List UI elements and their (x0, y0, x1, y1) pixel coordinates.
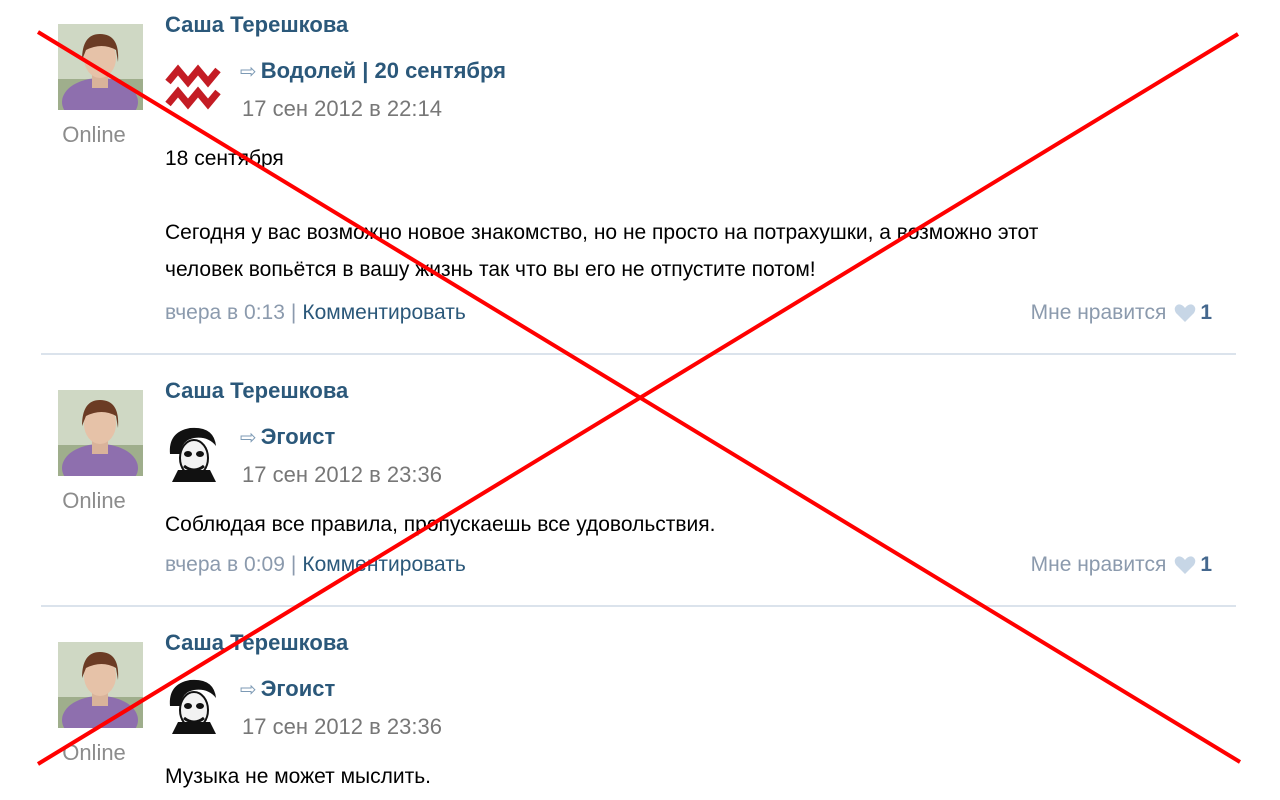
joker-avatar-icon[interactable] (164, 424, 222, 482)
post-text-line: человек вопьётся в вашу жизнь так что вы… (165, 258, 816, 281)
comment-link[interactable]: Комментировать (302, 301, 465, 324)
post-text-line: Сегодня у вас возможно новое знакомство,… (165, 221, 1039, 244)
post-text-line: Соблюдая все правила, пропускаешь все уд… (165, 513, 716, 536)
joker-avatar-icon[interactable] (164, 676, 222, 734)
heart-icon (1175, 304, 1196, 322)
post-time-link[interactable]: вчера в 0:09 (165, 553, 285, 576)
post-date: 17 сен 2012 в 23:36 (242, 714, 442, 739)
post-text-line: 18 сентября (165, 147, 284, 170)
post-meta: вчера в 0:09 | Комментировать (165, 553, 466, 577)
post-text: Соблюдая все правила, пропускаешь все уд… (165, 506, 1225, 543)
post-date: 17 сен 2012 в 23:36 (242, 462, 442, 487)
like-label: Мне нравится (1030, 553, 1167, 576)
group-name: Водолей | 20 сентября (260, 58, 507, 83)
post-text-line (165, 177, 1225, 214)
post-text-line: Музыка не может мыслить. (165, 765, 431, 788)
like-count: 1 (1200, 553, 1212, 576)
repost-source-link[interactable]: ⇨ Водолей | 20 сентября (240, 58, 506, 84)
aquarius-icon[interactable] (164, 58, 222, 116)
post-text: Музыка не может мыслить. (165, 758, 1225, 795)
heart-icon (1175, 556, 1196, 574)
online-status: Online (62, 122, 126, 147)
author-avatar[interactable] (58, 642, 143, 728)
repost-source-link[interactable]: ⇨ Эгоист (240, 424, 335, 450)
like-button[interactable]: Мне нравится 1 (1031, 553, 1212, 577)
repost-arrow-icon: ⇨ (240, 61, 257, 83)
like-button[interactable]: Мне нравится 1 (1031, 301, 1212, 325)
comment-link[interactable]: Комментировать (302, 553, 465, 576)
online-status: Online (62, 488, 126, 513)
repost-source-link[interactable]: ⇨ Эгоист (240, 676, 335, 702)
meta-separator: | (290, 553, 297, 576)
post-divider (41, 353, 1236, 355)
post-text: 18 сентября Сегодня у вас возможно новое… (165, 140, 1225, 288)
post-time-link[interactable]: вчера в 0:13 (165, 301, 285, 324)
author-name-link[interactable]: Саша Терешкова (165, 378, 348, 404)
author-avatar[interactable] (58, 24, 143, 110)
author-name-link[interactable]: Саша Терешкова (165, 630, 348, 656)
author-name-link[interactable]: Саша Терешкова (165, 12, 348, 38)
post-date: 17 сен 2012 в 22:14 (242, 96, 442, 121)
online-status: Online (62, 740, 126, 765)
repost-arrow-icon: ⇨ (240, 679, 257, 701)
post-meta: вчера в 0:13 | Комментировать (165, 301, 466, 325)
group-name: Эгоист (260, 676, 336, 701)
like-count: 1 (1200, 301, 1212, 324)
repost-arrow-icon: ⇨ (240, 427, 257, 449)
post-divider (41, 605, 1236, 607)
like-label: Мне нравится (1030, 301, 1167, 324)
group-name: Эгоист (260, 424, 336, 449)
author-avatar[interactable] (58, 390, 143, 476)
meta-separator: | (290, 301, 297, 324)
